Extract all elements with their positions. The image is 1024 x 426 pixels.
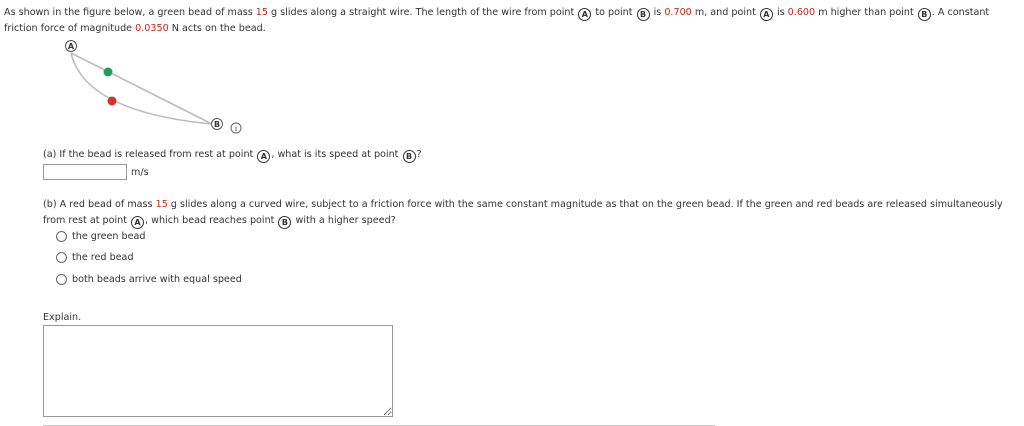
option-label: the green bead bbox=[72, 231, 146, 242]
point-a-icon: A bbox=[759, 8, 773, 21]
unit-label: m/s bbox=[131, 166, 149, 178]
radio-red-bead[interactable] bbox=[56, 252, 67, 263]
problem-statement: As shown in the figure below, a green be… bbox=[4, 5, 1016, 36]
radio-equal-speed[interactable] bbox=[56, 274, 67, 285]
point-a-icon: A bbox=[578, 8, 592, 21]
point-b-icon: B bbox=[636, 8, 650, 21]
part-a-question: (a) If the bead is released from rest at… bbox=[43, 149, 422, 163]
point-a-label: A bbox=[68, 42, 75, 51]
option-label: both beads arrive with equal speed bbox=[72, 274, 242, 285]
point-b-icon: B bbox=[278, 216, 292, 229]
part-b-text: (b) A red bead of mass bbox=[43, 199, 156, 210]
part-b-question: (b) A red bead of mass 15 g slides along… bbox=[43, 197, 1003, 229]
bead-wire-figure: A B i bbox=[55, 37, 265, 137]
wire-length-value: 0.700 bbox=[664, 7, 692, 18]
intro-text: g slides along a straight wire. The leng… bbox=[267, 7, 578, 18]
intro-text: is bbox=[650, 7, 665, 18]
explain-textarea[interactable] bbox=[43, 325, 393, 417]
part-a-answer-row: m/s bbox=[43, 164, 149, 180]
intro-text: to point bbox=[592, 7, 636, 18]
point-a-icon: A bbox=[257, 150, 271, 163]
speed-answer-input[interactable] bbox=[43, 164, 127, 180]
part-b-text: , which bead reaches point bbox=[145, 215, 278, 226]
red-bead bbox=[107, 96, 117, 106]
point-b-icon: B bbox=[402, 150, 416, 163]
option-label: the red bead bbox=[72, 252, 134, 263]
option-red-bead[interactable]: the red bead bbox=[56, 252, 134, 263]
friction-value: 0.0350 bbox=[135, 23, 169, 34]
part-a-text: (a) If the bead is released from rest at… bbox=[43, 149, 257, 160]
info-icon[interactable]: i bbox=[230, 122, 242, 134]
intro-text: N acts on the bead. bbox=[168, 23, 266, 34]
figure-svg: A B i bbox=[65, 40, 242, 134]
intro-text: m, and point bbox=[691, 7, 759, 18]
red-bead-mass: 15 bbox=[155, 199, 168, 210]
part-b-text: with a higher speed? bbox=[292, 215, 396, 226]
option-equal-speed[interactable]: both beads arrive with equal speed bbox=[56, 274, 242, 285]
explain-label: Explain. bbox=[43, 312, 82, 323]
point-b-label: B bbox=[214, 120, 220, 129]
part-a-text: ? bbox=[416, 149, 422, 160]
intro-text: m higher than point bbox=[815, 7, 917, 18]
radio-green-bead[interactable] bbox=[56, 231, 67, 242]
height-value: 0.600 bbox=[787, 7, 816, 18]
part-a-text: , what is its speed at point bbox=[271, 149, 402, 160]
intro-text: As shown in the figure below, a green be… bbox=[4, 7, 256, 18]
green-bead-mass: 15 bbox=[255, 7, 268, 18]
option-green-bead[interactable]: the green bead bbox=[56, 231, 146, 242]
straight-wire bbox=[70, 52, 213, 125]
intro-text: is bbox=[773, 7, 788, 18]
point-a-icon: A bbox=[131, 216, 145, 229]
green-bead bbox=[103, 67, 113, 77]
point-b-icon: B bbox=[917, 8, 931, 21]
